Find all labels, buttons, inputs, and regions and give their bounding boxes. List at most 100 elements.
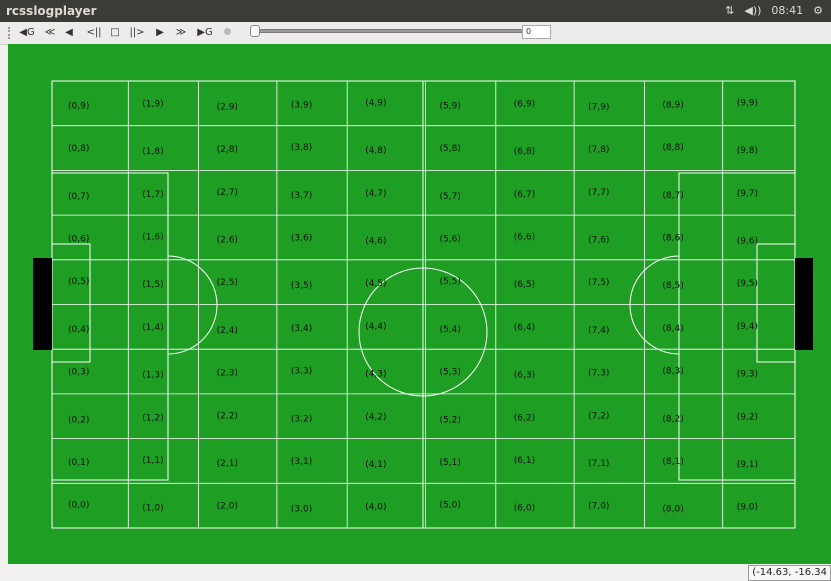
grid-cell-label: (7,0) [588,502,609,512]
grid-cell-label: (0,7) [68,192,89,202]
grid-cell-label: (8,7) [662,191,683,201]
grid-cell-label: (5,6) [440,234,461,244]
network-arrows-icon[interactable]: ⇅ [725,4,734,17]
grid-cell-label: (3,2) [291,414,312,424]
grid-cell-label: (5,4) [440,325,461,335]
grid-cell-label: (4,2) [365,412,386,422]
top-panel: rcsslogplayer ⇅ ◀)) 08:41 ⚙ [0,0,831,22]
grid-cell-label: (5,9) [440,101,461,111]
grid-cell-label: (0,1) [68,458,89,468]
grid-cell-label: (2,3) [217,369,238,379]
grid-cell-label: (3,5) [291,281,312,291]
grid-cell-label: (4,6) [365,236,386,246]
grid-cell-label: (8,2) [662,414,683,424]
left-goal [33,258,52,350]
grid-cell-label: (3,8) [291,143,312,153]
grid-cell-label: (6,1) [514,456,535,466]
gear-icon[interactable]: ⚙ [813,4,823,17]
grid-cell-label: (8,5) [662,281,683,291]
grid-cell-label: (7,9) [588,102,609,112]
grid-cell-label: (0,3) [68,368,89,378]
grid-cell-label: (4,3) [365,370,386,380]
grid-cell-label: (5,1) [440,458,461,468]
grid-cell-label: (0,8) [68,144,89,154]
cursor-coordinates: (-14.63, -16.34 [748,565,831,581]
clock[interactable]: 08:41 [771,4,803,17]
grid-cell-label: (7,6) [588,235,609,245]
grid-cell-label: (9,7) [737,189,758,199]
grid-cell-label: (9,1) [737,460,758,470]
grid-cell-label: (6,4) [514,323,535,333]
timeline-slider-track[interactable] [253,29,527,33]
grid-cell-label: (9,5) [737,279,758,289]
grid-cell-label: (1,2) [142,413,163,423]
grid-cell-label: (4,1) [365,460,386,470]
timeline-slider-handle[interactable] [250,25,260,37]
grid-cell-label: (5,8) [440,144,461,154]
grid-cell-label: (2,5) [217,278,238,288]
grid-cell-label: (4,5) [365,279,386,289]
grid-cell-label: (3,3) [291,367,312,377]
grid-cell-label: (9,6) [737,236,758,246]
left-goal-area [51,243,91,363]
rewind-fast-button[interactable]: ≪ [41,25,59,41]
field-canvas[interactable]: (0,0) (1,0) (2,0) (3,0) (4,0) (5,0) (6,0) (7,0)… [8,44,831,564]
grid-cell-label: (8,4) [662,324,683,334]
grid-cell-label: (2,1) [217,459,238,469]
grid-cell-label: (1,0) [142,504,163,514]
grid-cell-label: (9,0) [737,503,758,513]
goto-start-button[interactable]: ◀G [17,25,37,41]
grid-cell-label: (9,9) [737,98,758,108]
grid-cell-label: (5,0) [440,501,461,511]
playback-toolbar: ◀G ≪ ◀ <|| □ ||> ▶ ≫ ▶G [0,22,831,45]
grid-cell-label: (3,6) [291,233,312,243]
goto-end-button[interactable]: ▶G [195,25,215,41]
grid-cell-label: (7,5) [588,278,609,288]
grid-cell-label: (4,0) [365,503,386,513]
grid-cell-label: (0,2) [68,415,89,425]
window-title: rcsslogplayer [6,4,97,18]
grid-cell-label: (6,2) [514,413,535,423]
cycle-spinbox[interactable]: 0 [522,25,551,39]
toolbar-grip[interactable] [8,27,12,39]
right-penalty-arc [629,255,680,355]
step-back-button[interactable]: ◀ [62,25,76,41]
grid-cell-label: (3,0) [291,505,312,515]
play-back-button[interactable]: <|| [83,25,105,41]
play-button[interactable]: ▶ [153,25,167,41]
grid-cell-label: (6,9) [514,99,535,109]
right-goal-area [756,243,796,363]
step-forward-button[interactable]: ||> [126,25,148,41]
stop-button[interactable]: □ [108,25,122,41]
grid-cell-label: (1,8) [142,147,163,157]
grid-cell-label: (3,1) [291,457,312,467]
grid-cell-label: (6,8) [514,147,535,157]
system-tray: ⇅ ◀)) 08:41 ⚙ [725,4,823,17]
grid-cell-label: (9,4) [737,322,758,332]
grid-cell-label: (7,4) [588,326,609,336]
grid-cell-label: (8,3) [662,367,683,377]
grid-cell-label: (8,0) [662,505,683,515]
grid-cell-label: (7,7) [588,188,609,198]
grid-cell-label: (1,9) [142,99,163,109]
grid-cell-label: (2,7) [217,188,238,198]
grid-labels: (0,0) (1,0) (2,0) (3,0) (4,0) (5,0) (6,0) (7,0)… [68,98,758,514]
grid-cell-label: (5,5) [440,277,461,287]
grid-cell-label: (1,6) [142,232,163,242]
grid-cell-label: (1,7) [142,190,163,200]
grid-cell-label: (2,9) [217,102,238,112]
volume-icon[interactable]: ◀)) [744,4,761,17]
grid-cell-label: (4,4) [365,322,386,332]
right-goal [795,258,813,350]
record-indicator-icon[interactable] [224,28,231,35]
grid-cell-label: (7,2) [588,411,609,421]
grid-cell-label: (2,8) [217,145,238,155]
grid-cell-label: (4,7) [365,189,386,199]
grid-cell-label: (2,6) [217,235,238,245]
grid-cell-label: (4,9) [365,98,386,108]
grid-cell-label: (9,3) [737,370,758,380]
soccer-field[interactable]: (0,0) (1,0) (2,0) (3,0) (4,0) (5,0) (6,0) (7,0)… [8,44,831,564]
grid-cell-label: (1,3) [142,371,163,381]
fast-forward-button[interactable]: ≫ [172,25,190,41]
status-bar [0,564,831,581]
